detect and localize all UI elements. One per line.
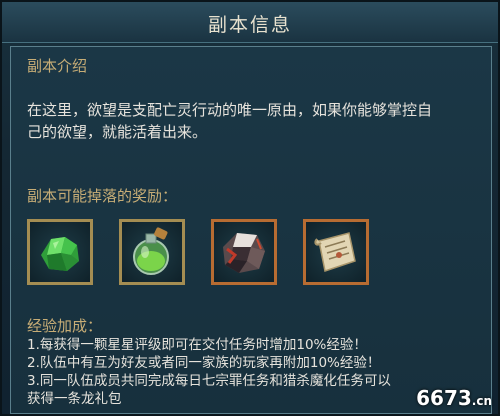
reward-slot-4[interactable] [303, 219, 369, 285]
intro-text: 在这里，欲望是支配亡灵行动的唯一原由，如果你能够掌控自 己的欲望，就能活着出来。 [27, 99, 479, 143]
intro-heading: 副本介绍 [27, 57, 88, 75]
reward-slot-2[interactable] [119, 219, 185, 285]
reward-slot-1[interactable] [27, 219, 93, 285]
exp-line-3: 3.同一队伍成员共同完成每日七宗罪任务和猎杀魔化任务可以 [27, 373, 391, 389]
rewards-heading: 副本可能掉落的奖励： [27, 187, 178, 205]
intro-text-line1: 在这里，欲望是支配亡灵行动的唯一原由，如果你能够掌控自 [27, 101, 433, 119]
watermark-text: 6673 [416, 386, 472, 410]
exp-bonus-list: 1.每获得一颗星星评级即可在交付任务时增加10%经验！ 2.队伍中有互为好友或者… [27, 336, 483, 408]
green-potion-icon [133, 227, 169, 275]
exp-heading: 经验加成： [27, 317, 103, 335]
site-watermark: 6673.cn [416, 386, 492, 410]
panel-header: 副本信息 [2, 2, 498, 43]
green-crystal-icon [41, 237, 79, 271]
dark-ore-icon [223, 233, 265, 273]
panel-content: 副本介绍 在这里，欲望是支配亡灵行动的唯一原由，如果你能够掌控自 己的欲望，就能… [10, 46, 492, 414]
dungeon-info-panel: 副本信息 副本介绍 在这里，欲望是支配亡灵行动的唯一原由，如果你能够掌控自 己的… [0, 0, 500, 416]
watermark-suffix: .cn [471, 394, 492, 408]
intro-text-line2: 己的欲望，就能活着出来。 [27, 123, 208, 141]
reward-slot-3[interactable] [211, 219, 277, 285]
exp-line-4: 获得一条龙礼包 [27, 391, 122, 407]
exp-line-1: 1.每获得一颗星星评级即可在交付任务时增加10%经验！ [27, 337, 367, 353]
exp-line-2: 2.队伍中有互为好友或者同一家族的玩家再附加10%经验！ [27, 355, 381, 371]
panel-title: 副本信息 [207, 14, 292, 36]
scroll-map-icon [314, 232, 356, 272]
